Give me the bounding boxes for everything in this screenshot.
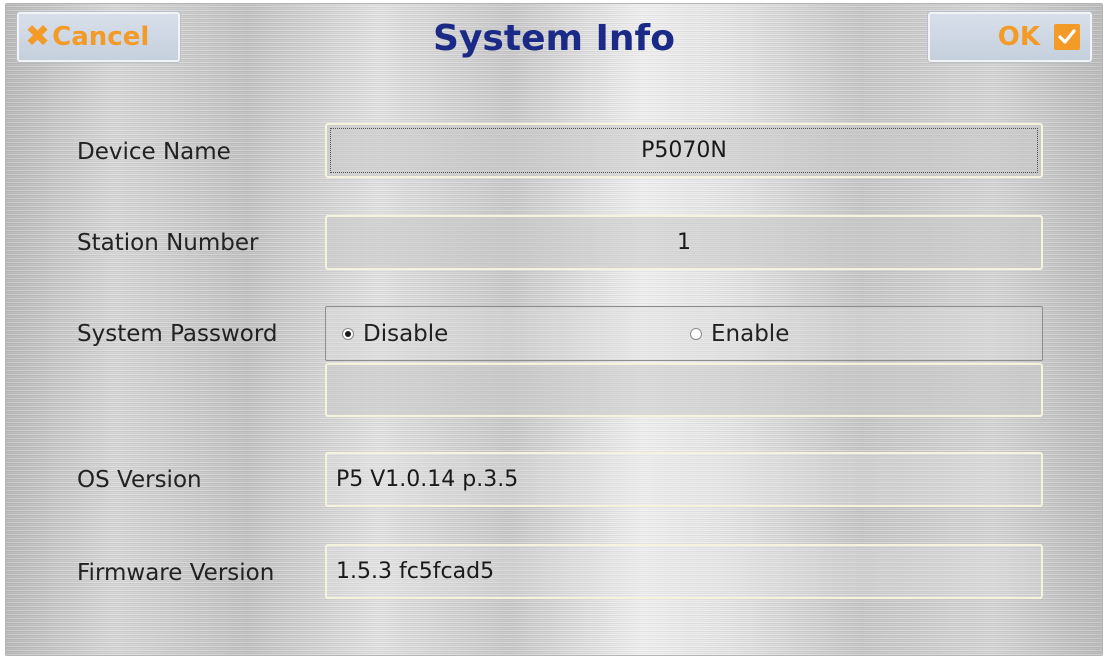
device-name-label: Device Name <box>77 139 231 165</box>
radio-disable[interactable]: Disable <box>342 307 448 360</box>
ok-button[interactable]: OK <box>928 12 1092 62</box>
os-version-value: P5 V1.0.14 p.3.5 <box>336 467 519 492</box>
radio-disable-label: Disable <box>363 320 449 347</box>
firmware-version-field: 1.5.3 fc5fcad5 <box>325 544 1043 599</box>
page-title: System Info <box>433 18 675 59</box>
device-name-value: P5070N <box>641 138 727 163</box>
station-number-value: 1 <box>677 230 691 255</box>
system-password-radio-group: Disable Enable <box>325 306 1043 361</box>
station-number-field[interactable]: 1 <box>325 215 1043 270</box>
close-x-icon: ✖ <box>25 19 51 54</box>
checkbox-check-icon <box>1054 24 1080 50</box>
device-name-field[interactable]: P5070N <box>325 123 1043 178</box>
password-input[interactable] <box>325 363 1043 417</box>
radio-enable-label: Enable <box>711 320 790 347</box>
cancel-button[interactable]: ✖ Cancel <box>17 12 180 62</box>
station-number-label: Station Number <box>77 230 259 256</box>
os-version-field: P5 V1.0.14 p.3.5 <box>325 452 1043 507</box>
radio-selected-icon <box>342 327 354 340</box>
firmware-version-label: Firmware Version <box>77 560 275 586</box>
radio-unselected-icon <box>690 327 702 340</box>
cancel-button-label: Cancel <box>52 22 150 52</box>
ok-button-label: OK <box>997 22 1040 52</box>
firmware-version-value: 1.5.3 fc5fcad5 <box>336 559 495 584</box>
radio-enable[interactable]: Enable <box>690 307 789 360</box>
system-password-label: System Password <box>77 321 278 347</box>
os-version-label: OS Version <box>77 467 202 493</box>
